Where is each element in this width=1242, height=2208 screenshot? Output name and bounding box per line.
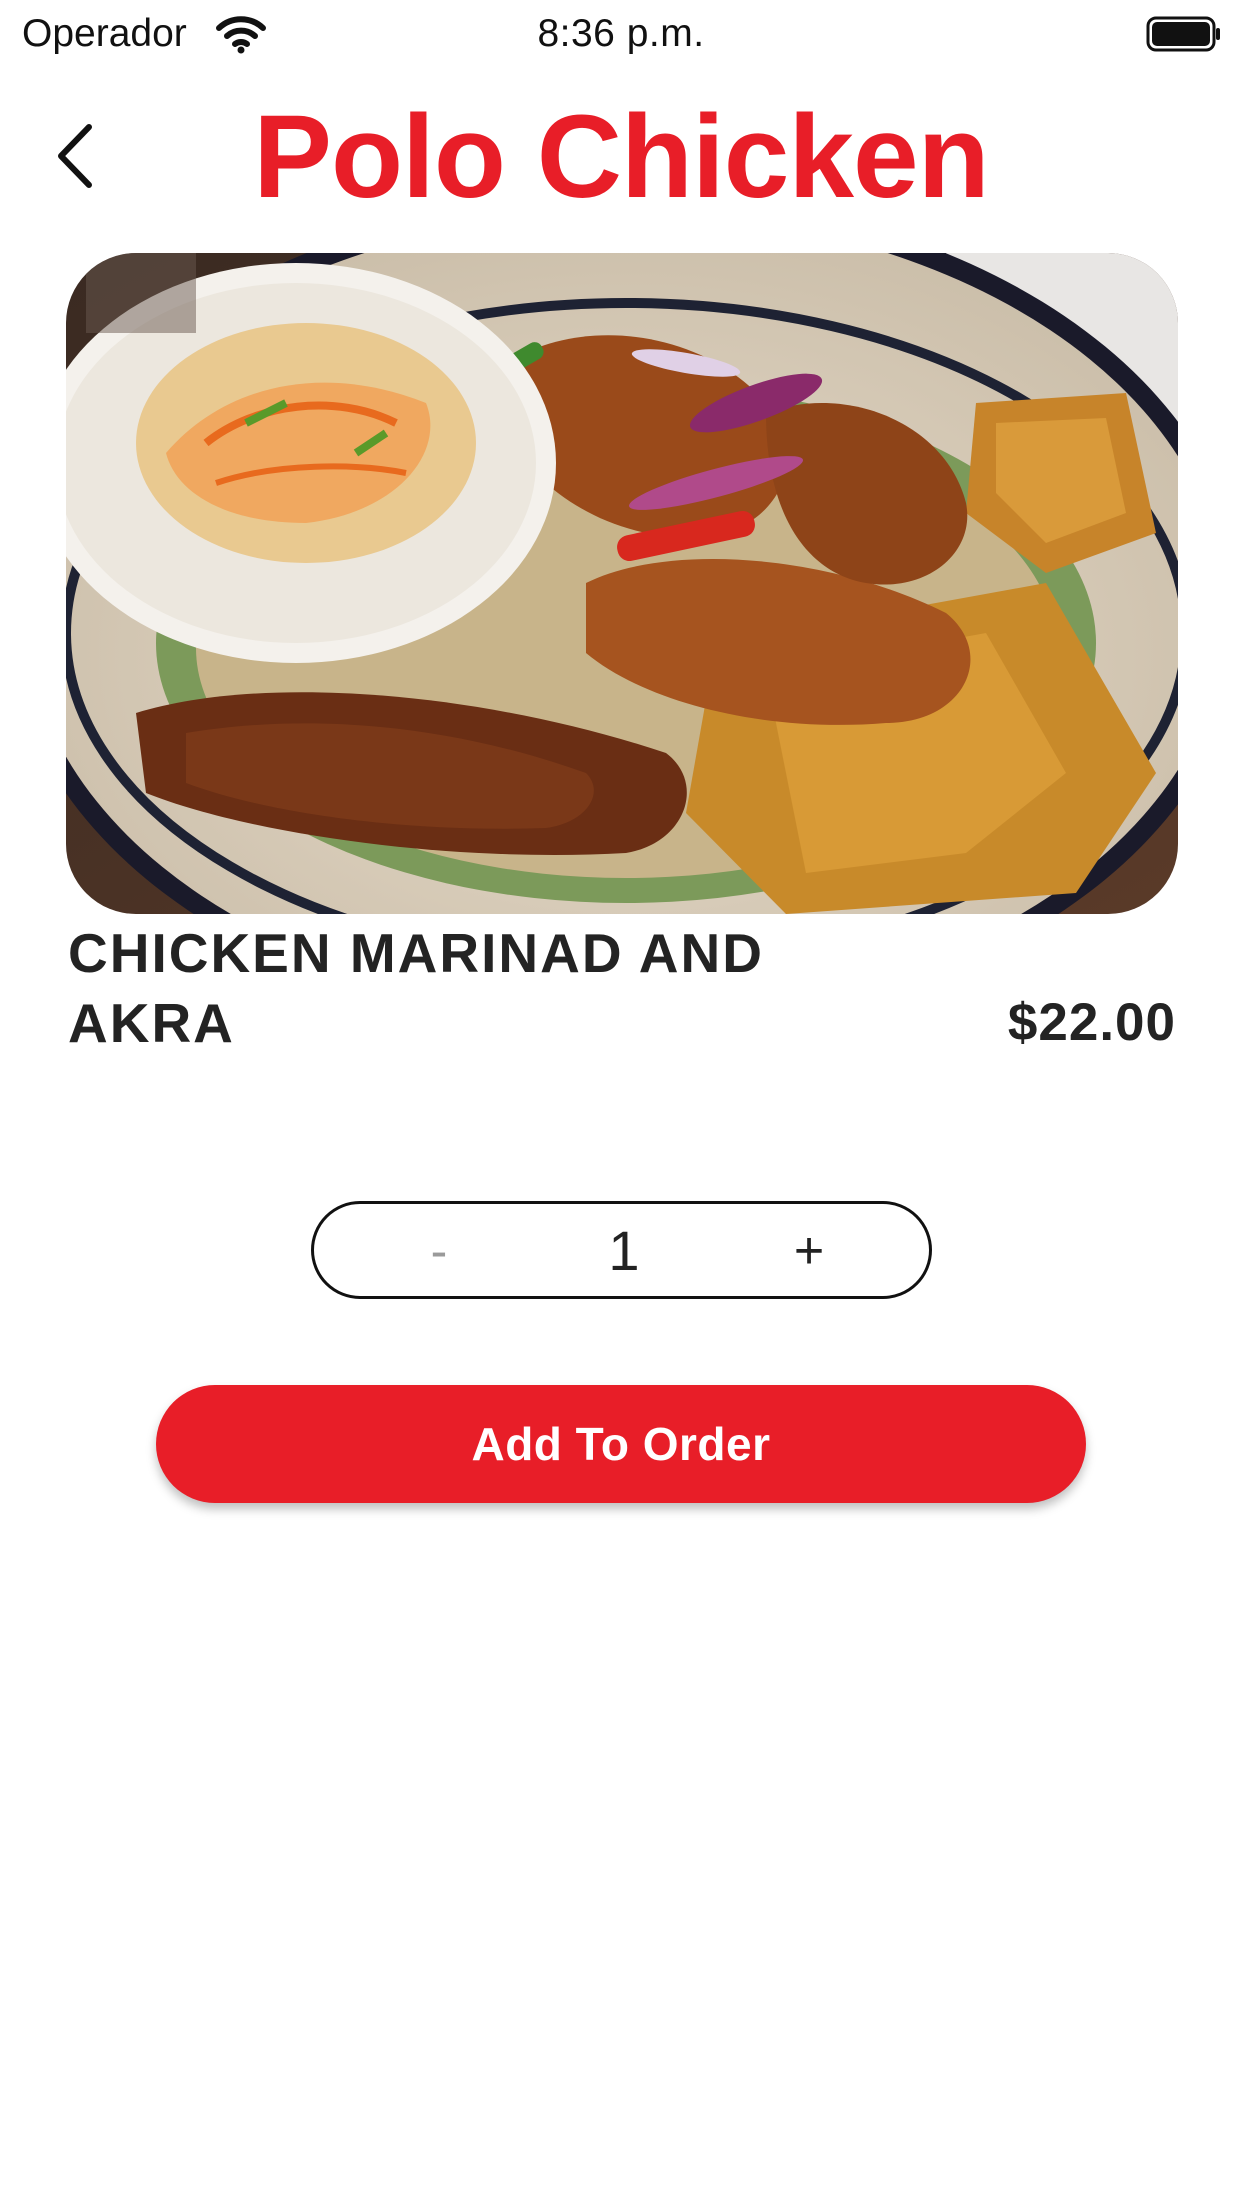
item-name: CHICKEN MARINAD AND AKRA bbox=[68, 922, 764, 1054]
quantity-value: 1 bbox=[608, 1219, 640, 1282]
status-bar: Operador 8:36 p.m. bbox=[0, 0, 1242, 70]
quantity-stepper: - 1 + bbox=[311, 1201, 932, 1299]
battery-icon bbox=[1146, 16, 1222, 52]
item-detail-screen: Operador 8:36 p.m. Polo Chicken CHICKEN … bbox=[0, 0, 1242, 2208]
food-photo bbox=[66, 253, 1178, 914]
item-price: $22.00 bbox=[1007, 993, 1176, 1052]
decrement-button[interactable]: - bbox=[404, 1216, 474, 1286]
increment-button[interactable]: + bbox=[774, 1216, 844, 1286]
status-time: 8:36 p.m. bbox=[537, 12, 705, 55]
add-to-order-button[interactable]: Add To Order bbox=[156, 1385, 1086, 1503]
page-title: Polo Chicken bbox=[253, 91, 989, 223]
